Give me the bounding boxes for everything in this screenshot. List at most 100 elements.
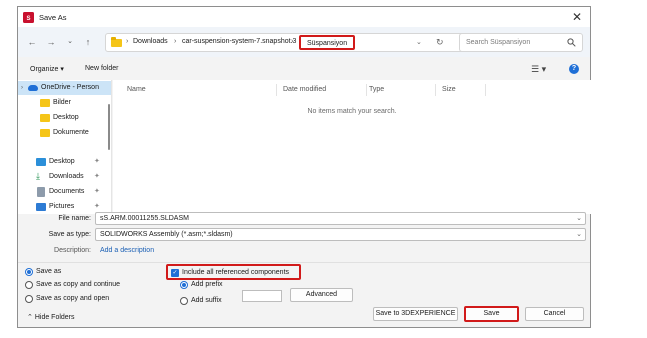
- save-as-copy-continue-radio[interactable]: [25, 281, 33, 289]
- breadcrumb-snapshot[interactable]: car-suspension-system-7.snapshot.3: [182, 38, 296, 45]
- nav-item-label: Documents: [49, 188, 85, 195]
- save-as-copy-continue-label: Save as copy and continue: [36, 281, 121, 288]
- pictures-icon: [36, 203, 46, 211]
- save-as-copy-open-label: Save as copy and open: [36, 295, 110, 302]
- breadcrumb-chevron-icon: ›: [126, 38, 129, 45]
- download-icon: ⤓: [36, 171, 40, 181]
- nav-item-downloads[interactable]: ⤓ Downloads ✦: [18, 170, 111, 184]
- title-bar: S Save As ✕: [18, 7, 590, 27]
- save-as-label: Save as: [36, 268, 62, 275]
- add-suffix-radio[interactable]: [180, 297, 188, 305]
- address-bar[interactable]: › Downloads › car-suspension-system-7.sn…: [105, 33, 471, 52]
- hide-folders-toggle[interactable]: ⌃ Hide Folders: [27, 313, 75, 321]
- advanced-button[interactable]: Advanced: [290, 288, 353, 302]
- pin-icon[interactable]: ✦: [94, 202, 100, 210]
- recent-locations-chevron-icon[interactable]: ⌄: [64, 36, 76, 48]
- column-separator[interactable]: [435, 84, 436, 96]
- file-name-field[interactable]: sS.ARM.00011255.SLDASM ⌄: [95, 212, 586, 225]
- hide-folders-label: Hide Folders: [34, 314, 75, 321]
- nav-item-label: Bilder: [53, 99, 71, 106]
- expand-chevron-icon[interactable]: ›: [21, 85, 23, 91]
- save-as-type-value: SOLIDWORKS Assembly (*.asm;*.sldasm): [100, 231, 233, 238]
- folder-icon: [40, 114, 50, 122]
- nav-item-documents[interactable]: Documents ✦: [18, 185, 111, 199]
- chevron-down-icon[interactable]: ⌄: [576, 214, 582, 222]
- divider: [18, 262, 590, 263]
- nav-item-label: Dokumente: [53, 129, 89, 136]
- help-icon[interactable]: ?: [569, 64, 579, 74]
- breadcrumb-chevron-icon: ›: [291, 38, 294, 45]
- add-description-link[interactable]: Add a description: [100, 247, 154, 254]
- nav-item-onedrive[interactable]: › OneDrive - Person: [18, 81, 111, 95]
- back-arrow-icon[interactable]: ←: [26, 36, 38, 48]
- include-references-label: Include all referenced components: [182, 269, 290, 276]
- window-title: Save As: [39, 13, 67, 22]
- column-separator[interactable]: [485, 84, 486, 96]
- refresh-icon[interactable]: ↻: [436, 37, 444, 48]
- save-as-dialog: S Save As ✕ ← → ⌄ ↑ › Downloads › car-su…: [17, 6, 591, 328]
- command-bar: Organize ▾ New folder ☰ ▾ ?: [18, 58, 590, 80]
- nav-item-bilder[interactable]: Bilder: [18, 96, 111, 110]
- nav-scrollbar[interactable]: [108, 104, 110, 150]
- save-as-copy-open-radio[interactable]: [25, 295, 33, 303]
- file-name-value: sS.ARM.00011255.SLDASM: [100, 215, 189, 222]
- breadcrumb-current-folder[interactable]: Süspansiyon: [299, 35, 356, 50]
- add-suffix-label: Add suffix: [191, 297, 222, 304]
- prefix-suffix-input[interactable]: [242, 290, 282, 302]
- search-placeholder: Search Süspansiyon: [466, 39, 531, 46]
- pin-icon[interactable]: ✦: [94, 187, 100, 195]
- cancel-button[interactable]: Cancel: [525, 307, 584, 321]
- column-header-type[interactable]: Type: [369, 86, 384, 93]
- documents-icon: [37, 187, 45, 197]
- column-separator[interactable]: [276, 84, 277, 96]
- view-options-icon[interactable]: ☰ ▾: [531, 64, 546, 75]
- breadcrumb-chevron-icon: ›: [174, 38, 177, 45]
- solidworks-app-icon: S: [23, 12, 34, 23]
- close-icon[interactable]: ✕: [570, 10, 584, 24]
- pin-icon[interactable]: ✦: [94, 172, 100, 180]
- chevron-up-icon: ⌃: [27, 314, 33, 321]
- chevron-down-icon[interactable]: ⌄: [576, 230, 582, 238]
- save-as-radio[interactable]: [25, 268, 33, 276]
- up-arrow-icon[interactable]: ↑: [82, 36, 94, 48]
- add-prefix-radio[interactable]: [180, 281, 188, 289]
- nav-item-desktop[interactable]: Desktop ✦: [18, 155, 111, 169]
- search-box[interactable]: Search Süspansiyon: [459, 33, 583, 52]
- file-name-label: File name:: [58, 215, 91, 222]
- save-as-type-select[interactable]: SOLIDWORKS Assembly (*.asm;*.sldasm) ⌄: [95, 228, 586, 241]
- nav-item-desktop-onedrive[interactable]: Desktop: [18, 111, 111, 125]
- folder-icon: [111, 37, 122, 47]
- checkmark-icon: ✓: [171, 269, 179, 277]
- description-label: Description:: [54, 247, 91, 254]
- nav-item-dokumente[interactable]: Dokumente: [18, 126, 111, 140]
- column-header-name[interactable]: Name: [127, 86, 146, 93]
- empty-state-message: No items match your search.: [307, 108, 397, 115]
- navigation-pane: › OneDrive - Person Bilder Desktop Dokum…: [18, 80, 112, 214]
- breadcrumb-downloads[interactable]: Downloads: [133, 38, 168, 45]
- forward-arrow-icon[interactable]: →: [45, 36, 57, 48]
- nav-item-label: Desktop: [49, 158, 75, 165]
- address-row: ← → ⌄ ↑ › Downloads › car-suspension-sys…: [18, 27, 590, 57]
- file-list: Name Date modified Type Size No items ma…: [113, 80, 591, 214]
- save-to-3dexperience-button[interactable]: Save to 3DEXPERIENCE: [373, 307, 458, 321]
- nav-item-label: Downloads: [49, 173, 84, 180]
- column-separator[interactable]: [366, 84, 367, 96]
- cloud-icon: [28, 85, 38, 91]
- save-button[interactable]: Save: [464, 306, 519, 322]
- include-references-checkbox[interactable]: ✓ Include all referenced components: [166, 264, 301, 280]
- nav-item-label: OneDrive - Person: [41, 84, 99, 91]
- address-dropdown-chevron-icon[interactable]: ⌄: [416, 38, 422, 46]
- folder-icon: [40, 129, 50, 137]
- pin-icon[interactable]: ✦: [94, 157, 100, 165]
- nav-item-label: Desktop: [53, 114, 79, 121]
- new-folder-button[interactable]: New folder: [85, 65, 118, 72]
- column-header-size[interactable]: Size: [442, 86, 456, 93]
- save-as-type-label: Save as type:: [48, 231, 91, 238]
- desktop-icon: [36, 158, 46, 166]
- search-icon: [567, 38, 576, 47]
- svg-text:S: S: [26, 16, 30, 22]
- column-header-date-modified[interactable]: Date modified: [283, 86, 326, 93]
- nav-item-label: Pictures: [49, 203, 75, 210]
- organize-menu[interactable]: Organize ▾: [30, 65, 64, 73]
- add-prefix-label: Add prefix: [191, 281, 223, 288]
